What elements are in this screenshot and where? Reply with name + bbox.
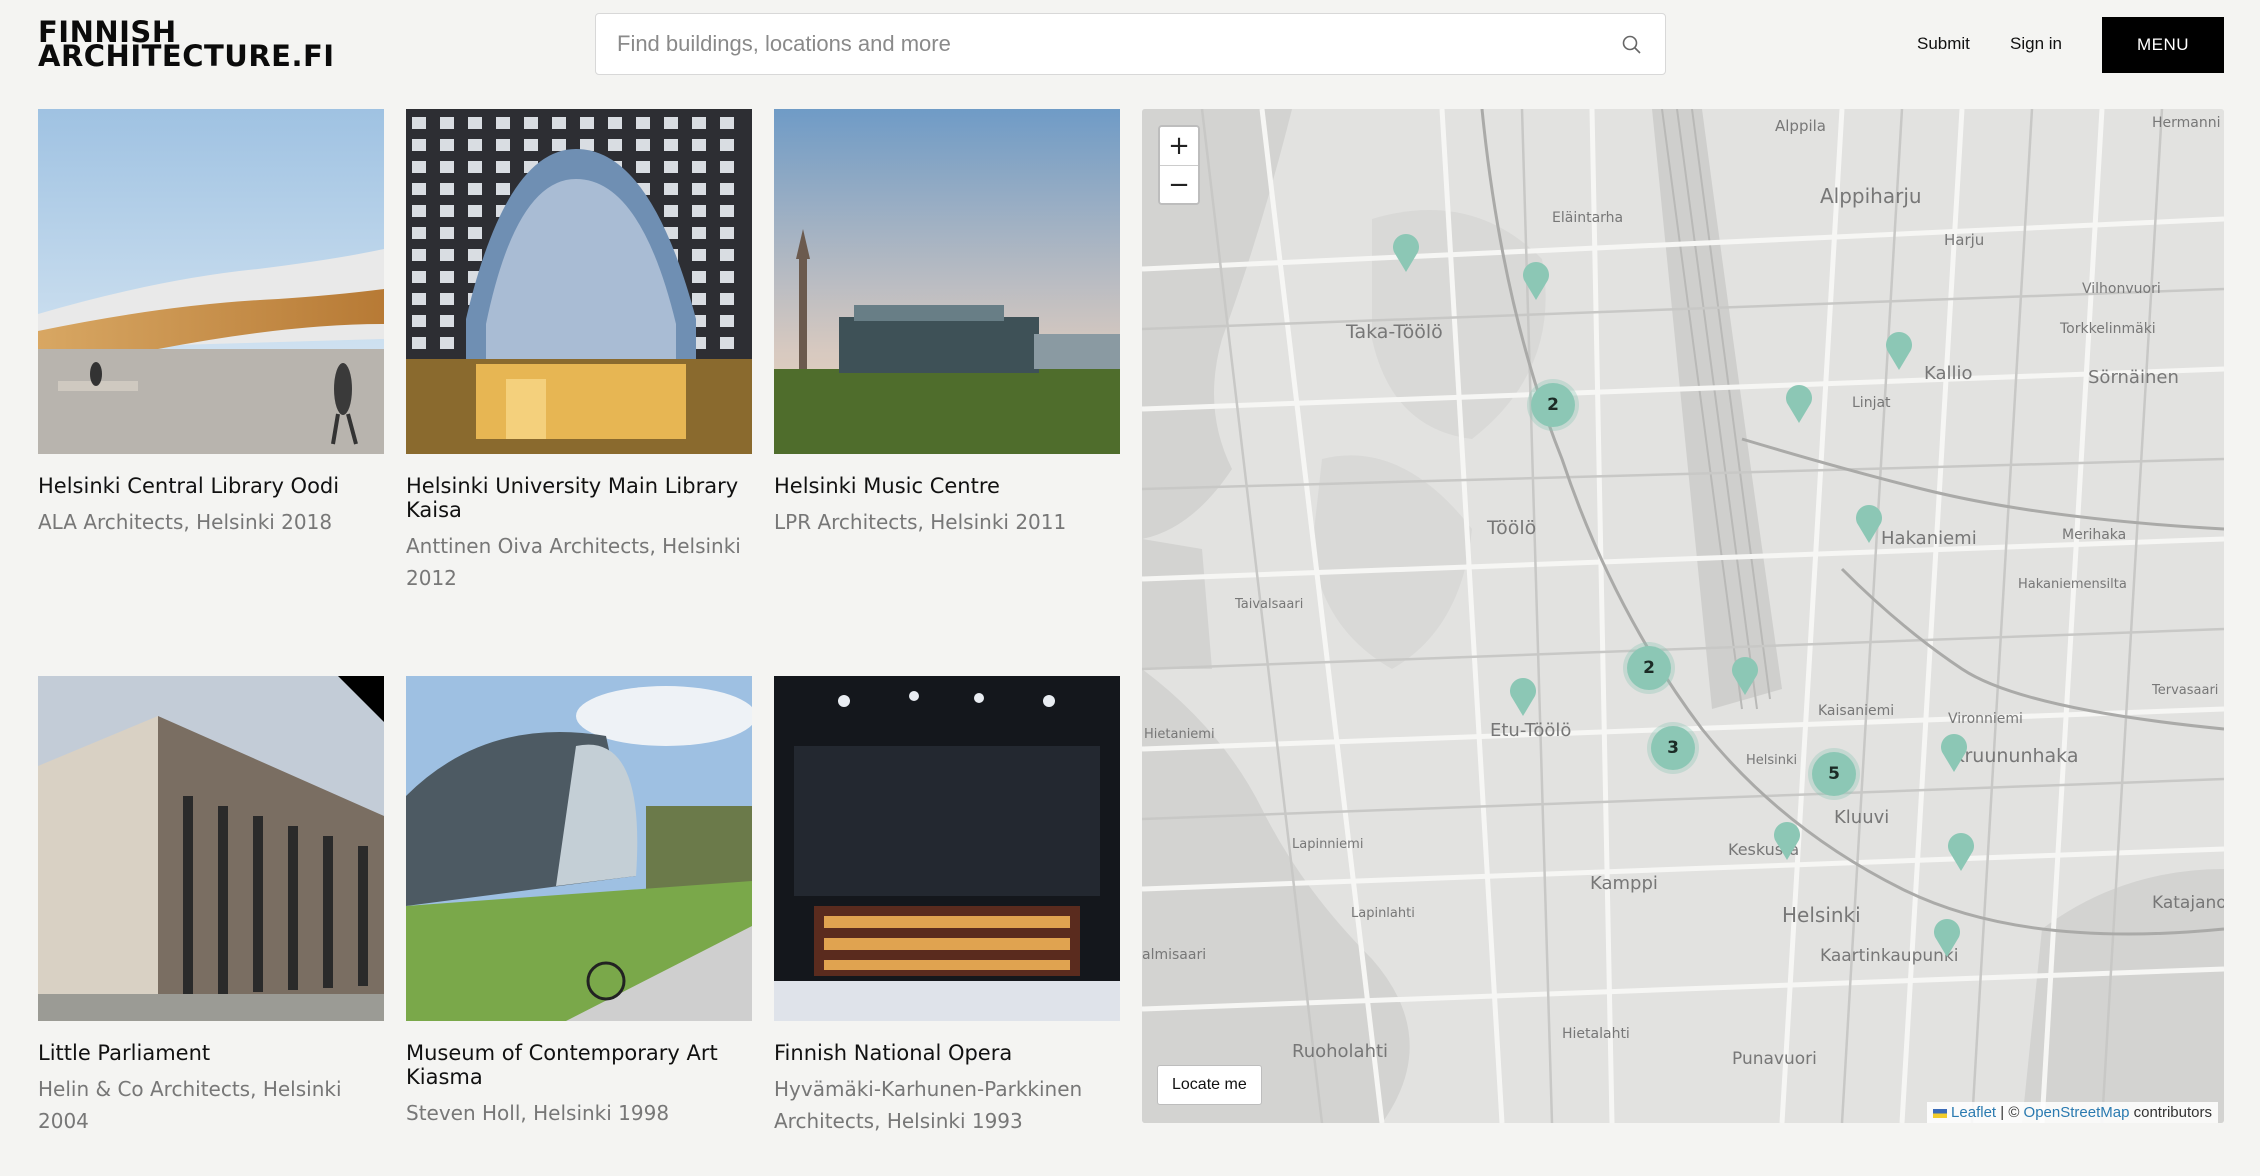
map-label: Sörnäinen: [2088, 367, 2179, 388]
building-subtitle: Helin & Co Architects, Helsinki 2004: [38, 1077, 342, 1133]
map-label: almisaari: [1142, 947, 1207, 963]
map-label: Merihaka: [2062, 527, 2127, 543]
map-label: Lapinlahti: [1351, 906, 1415, 921]
map-label: Torkkelinmäki: [2060, 321, 2156, 337]
search-icon[interactable]: [1621, 34, 1643, 56]
map-label: Kluuvi: [1834, 807, 1890, 828]
building-card[interactable]: Museum of Contemporary Art Kiasma Steven…: [406, 676, 752, 1129]
map-label: Vilhonvuori: [2082, 281, 2161, 297]
location-pin-icon[interactable]: [1932, 917, 1962, 957]
building-title[interactable]: Museum of Contemporary Art Kiasma: [406, 1041, 752, 1089]
building-subtitle: ALA Architects, Helsinki 2018: [38, 510, 333, 534]
building-subtitle: Steven Holl, Helsinki 1998: [406, 1101, 670, 1125]
location-pin-icon[interactable]: [1884, 330, 1914, 370]
map-label: Lapinniemi: [1292, 837, 1364, 852]
map-attribution: Leaflet | © OpenStreetMap contributors: [1926, 1102, 2218, 1123]
zoom-out-button[interactable]: −: [1160, 165, 1198, 203]
map-label: Kallio: [1924, 363, 1973, 384]
zoom-in-button[interactable]: +: [1160, 127, 1198, 165]
building-title[interactable]: Finnish National Opera: [774, 1041, 1120, 1065]
building-subtitle: Anttinen Oiva Architects, Helsinki 2012: [406, 534, 741, 590]
map-label: Alppiharju: [1820, 184, 1922, 208]
map-label: Ruoholahti: [1292, 1041, 1389, 1062]
leaflet-link[interactable]: Leaflet: [1951, 1104, 1996, 1121]
map-label: Harju: [1944, 231, 1985, 249]
location-pin-icon[interactable]: [1854, 503, 1884, 543]
location-pin-icon[interactable]: [1730, 655, 1760, 695]
building-image[interactable]: [406, 676, 752, 1021]
building-card[interactable]: Helsinki Music Centre LPR Architects, He…: [774, 109, 1120, 538]
building-image[interactable]: [774, 676, 1120, 1021]
map-label: Hakaniemi: [1881, 528, 1977, 549]
map-label: Kamppi: [1590, 873, 1658, 894]
map-label: Hietalahti: [1562, 1026, 1630, 1042]
map[interactable]: + − Alppila Alppiharju Hermanni Eläintar…: [1142, 109, 2224, 1123]
marker-cluster[interactable]: 2: [1627, 646, 1671, 690]
building-subtitle: Hyvämäki-Karhunen-Parkkinen Architects, …: [774, 1077, 1083, 1133]
building-card[interactable]: Little Parliament Helin & Co Architects,…: [38, 676, 384, 1137]
map-label: Kaisaniemi: [1818, 703, 1895, 719]
site-logo[interactable]: FINNISH ARCHITECTURE.FI: [38, 18, 335, 73]
location-pin-icon[interactable]: [1521, 260, 1551, 300]
marker-cluster[interactable]: 2: [1531, 383, 1575, 427]
building-image[interactable]: [406, 109, 752, 454]
ukraine-flag-icon: [1932, 1108, 1947, 1118]
map-label: Alppila: [1775, 117, 1826, 135]
sign-in-link[interactable]: Sign in: [2010, 34, 2062, 54]
openstreetmap-link[interactable]: OpenStreetMap: [2024, 1104, 2130, 1121]
map-label: Etu-Töölö: [1490, 720, 1572, 741]
map-label: Hietaniemi: [1144, 727, 1215, 742]
map-label: Katajanok: [2152, 893, 2224, 913]
building-card[interactable]: Finnish National Opera Hyvämäki-Karhunen…: [774, 676, 1120, 1137]
building-title[interactable]: Little Parliament: [38, 1041, 384, 1065]
search-input[interactable]: [596, 14, 1617, 74]
marker-cluster[interactable]: 3: [1651, 726, 1695, 770]
building-title[interactable]: Helsinki Central Library Oodi: [38, 474, 384, 498]
location-pin-icon[interactable]: [1391, 232, 1421, 272]
map-tiles: [1142, 109, 2224, 1123]
marker-cluster[interactable]: 5: [1812, 752, 1856, 796]
building-image[interactable]: [38, 109, 384, 454]
submit-link[interactable]: Submit: [1917, 34, 1970, 54]
attribution-suffix: contributors: [2129, 1104, 2212, 1121]
location-pin-icon[interactable]: [1939, 732, 1969, 772]
map-label: Hakaniemensilta: [2018, 577, 2127, 592]
map-label: Linjat: [1852, 395, 1891, 411]
map-label: Vironniemi: [1948, 711, 2023, 727]
zoom-control: + −: [1158, 125, 1200, 205]
map-label: Helsinki: [1746, 753, 1798, 768]
map-label: Taivalsaari: [1235, 597, 1304, 612]
map-label: Tervasaari: [2152, 683, 2219, 698]
map-label: Hermanni: [2152, 115, 2221, 131]
map-label: Töölö: [1487, 517, 1537, 539]
attribution-separator: | ©: [1996, 1104, 2024, 1121]
location-pin-icon[interactable]: [1508, 676, 1538, 716]
building-card[interactable]: Helsinki University Main Library Kaisa A…: [406, 109, 752, 594]
search-bar: [595, 13, 1666, 75]
building-card[interactable]: Helsinki Central Library Oodi ALA Archit…: [38, 109, 384, 538]
building-title[interactable]: Helsinki University Main Library Kaisa: [406, 474, 752, 522]
location-pin-icon[interactable]: [1946, 831, 1976, 871]
map-label: Eläintarha: [1552, 210, 1624, 226]
map-label: Kruununhaka: [1952, 745, 2079, 767]
building-subtitle: LPR Architects, Helsinki 2011: [774, 510, 1067, 534]
map-label: Helsinki: [1782, 903, 1861, 927]
locate-me-button[interactable]: Locate me: [1157, 1065, 1262, 1105]
logo-line-2: ARCHITECTURE.FI: [38, 39, 335, 73]
location-pin-icon[interactable]: [1784, 383, 1814, 423]
menu-button[interactable]: MENU: [2102, 17, 2224, 73]
building-title[interactable]: Helsinki Music Centre: [774, 474, 1120, 498]
map-label: Punavuori: [1732, 1049, 1817, 1069]
location-pin-icon[interactable]: [1772, 820, 1802, 860]
building-image[interactable]: [38, 676, 384, 1021]
building-image[interactable]: [774, 109, 1120, 454]
map-label: Taka-Töölö: [1346, 321, 1443, 343]
